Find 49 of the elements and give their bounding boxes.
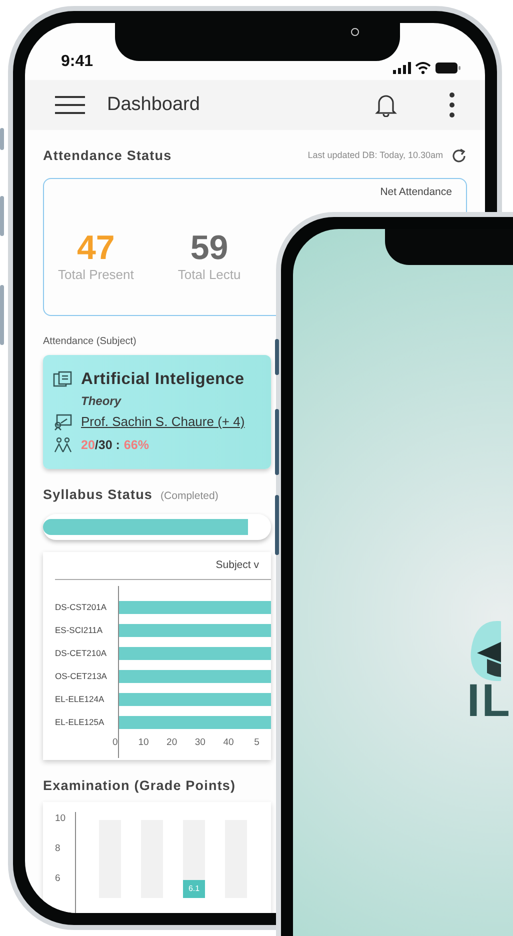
subject-card[interactable]: Artificial Inteligence Theory Prof. Sachin S. Chaure (+ 4) 20/30 : 66% — [43, 355, 271, 470]
category-label: DS-CST201A — [55, 601, 108, 614]
attended-count: 20 — [81, 436, 95, 454]
bar-value-label: 6.1 — [183, 880, 205, 898]
total-count: /30 : — [94, 436, 120, 454]
stat-label: Total Present — [58, 266, 134, 284]
axis-tick: 10 — [55, 812, 67, 826]
axis-tick: 5 — [253, 736, 260, 750]
refresh-icon[interactable] — [451, 148, 467, 164]
section-title: Syllabus Status — [43, 486, 153, 504]
signal-icon — [393, 62, 411, 74]
bell-icon[interactable] — [375, 93, 397, 117]
section-label: Attendance (Subject) — [43, 335, 138, 350]
teacher-link[interactable]: Prof. Sachin S. Chaure (+ 4) — [81, 412, 245, 432]
chart-title: Subject v — [214, 558, 260, 572]
subject-name: Artificial Inteligence — [81, 369, 244, 390]
status-time: 9:41 — [61, 52, 94, 72]
section-title: Attendance Status — [43, 147, 172, 165]
section-title: Examination (Grade Points) — [43, 776, 237, 795]
axis-tick: 30 — [194, 736, 206, 750]
category-label: ES-SCI211A — [55, 624, 104, 638]
section-note: (Completed) — [160, 489, 218, 504]
attendance-percent: 66% — [124, 436, 149, 454]
screen-title: Dashboard — [107, 92, 200, 117]
stat-label: Total Lectu — [178, 266, 241, 284]
category-label: OS-CET213A — [55, 670, 108, 684]
axis-tick: 40 — [222, 736, 235, 750]
more-icon[interactable] — [449, 92, 455, 118]
axis-tick: 20 — [166, 736, 178, 750]
menu-icon[interactable] — [55, 96, 85, 114]
category-label: EL-ELE124A — [55, 693, 106, 706]
logo-text: IL — [467, 677, 513, 723]
category-label: EL-ELE125A — [55, 716, 106, 730]
wifi-icon — [415, 62, 431, 74]
teacher-icon — [53, 412, 73, 431]
axis-tick: 6 — [55, 872, 62, 886]
card-heading: Net Attendance — [379, 185, 452, 200]
axis-tick: 10 — [137, 736, 150, 750]
stat-value: 47 — [77, 231, 115, 265]
battery-icon — [435, 62, 461, 74]
axis-tick: 8 — [55, 842, 62, 856]
axis-tick: 0 — [112, 736, 119, 750]
camera-icon — [351, 28, 359, 36]
last-updated-text: Last updated DB: Today, 10.30am — [308, 149, 443, 162]
students-icon — [53, 436, 73, 454]
category-label: DS-CET210A — [55, 647, 108, 660]
stat-value: 59 — [190, 231, 228, 265]
book-icon — [53, 370, 73, 389]
subject-type: Theory — [81, 393, 122, 410]
